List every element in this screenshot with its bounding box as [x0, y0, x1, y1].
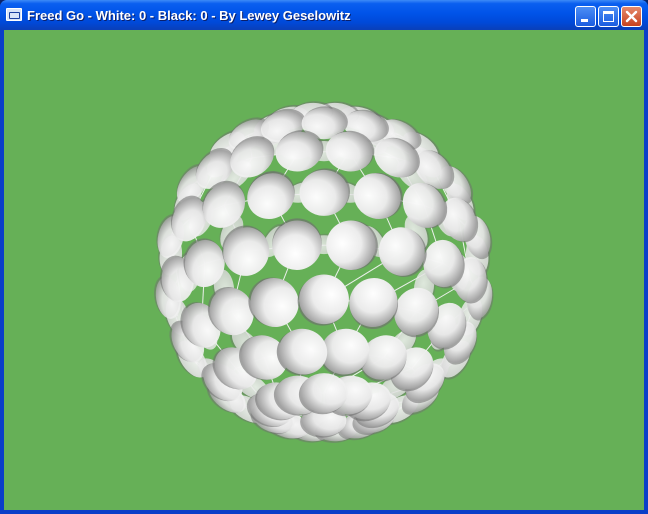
- maximize-button[interactable]: [598, 6, 619, 27]
- go-stone[interactable]: [316, 209, 388, 281]
- title-bar[interactable]: Freed Go - White: 0 - Black: 0 - By Lewe…: [0, 0, 648, 30]
- go-stone[interactable]: [297, 274, 349, 326]
- go-stone[interactable]: [339, 269, 408, 338]
- game-viewport[interactable]: [4, 30, 644, 510]
- window-title: Freed Go - White: 0 - Black: 0 - By Lewe…: [27, 8, 351, 23]
- minimize-button[interactable]: [575, 6, 596, 27]
- close-button[interactable]: [621, 6, 642, 27]
- minimize-icon: [581, 19, 588, 22]
- app-window: Freed Go - White: 0 - Black: 0 - By Lewe…: [0, 0, 648, 514]
- go-stone[interactable]: [299, 168, 351, 216]
- app-window-icon[interactable]: [6, 8, 22, 21]
- close-icon: [625, 10, 638, 23]
- maximize-icon: [603, 11, 614, 22]
- go-sphere-board[interactable]: [4, 30, 644, 510]
